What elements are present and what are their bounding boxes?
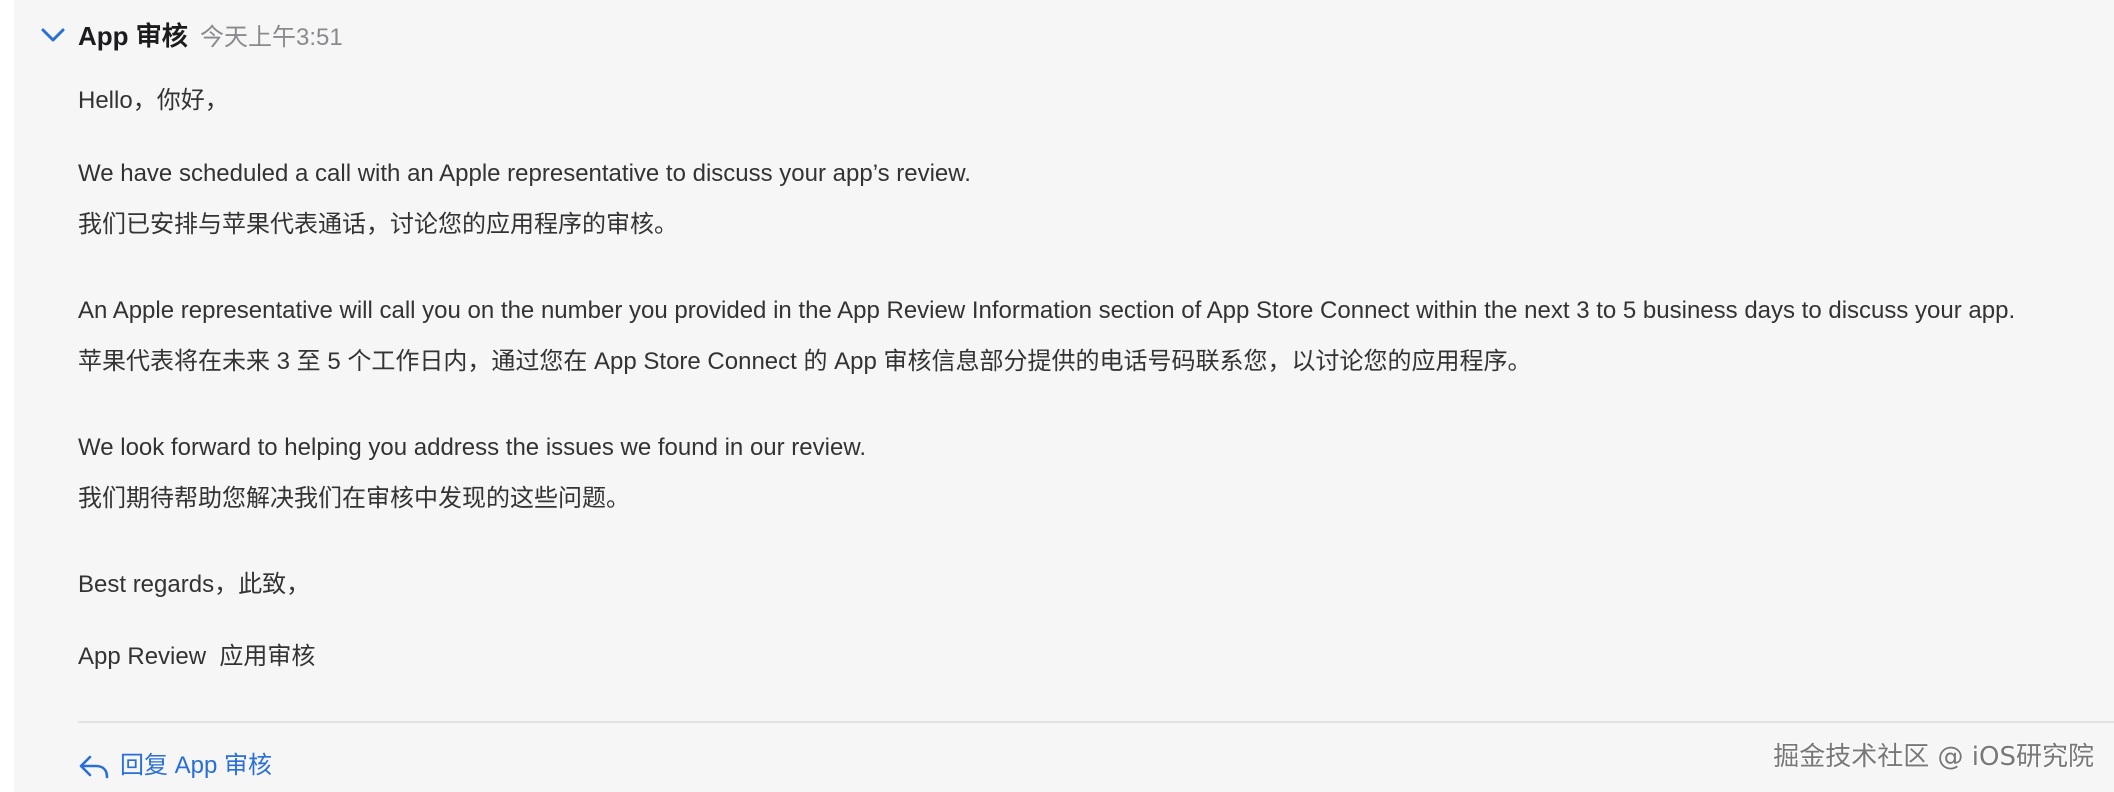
reply-icon: [79, 755, 109, 779]
signature-line: App Review 应用审核: [78, 643, 316, 670]
paragraph-1-en: We have scheduled a call with an Apple r…: [78, 160, 971, 187]
message-time: 今天上午3:51: [200, 24, 343, 51]
message-panel: App 审核 今天上午3:51 Hello，你好， We have schedu…: [14, 0, 2114, 792]
collapse-button[interactable]: [38, 20, 68, 50]
email-viewer: App 审核 今天上午3:51 Hello，你好， We have schedu…: [0, 0, 2114, 792]
paragraph-3-zh: 我们期待帮助您解决我们在审核中发现的这些问题。: [78, 485, 630, 512]
paragraph-1-zh: 我们已安排与苹果代表通话，讨论您的应用程序的审核。: [78, 211, 678, 238]
footer-divider: [78, 721, 2114, 723]
greeting-line: Hello，你好，: [78, 87, 229, 114]
message-header: App 审核 今天上午3:51: [14, 0, 2114, 72]
paragraph-2-en: An Apple representative will call you on…: [78, 297, 2016, 324]
reply-button[interactable]: 回复 App 审核: [78, 748, 272, 784]
chevron-down-icon: [41, 28, 65, 42]
closing-line: Best regards，此致，: [78, 571, 311, 598]
paragraph-2-zh: 苹果代表将在未来 3 至 5 个工作日内，通过您在 App Store Conn…: [78, 348, 1532, 375]
watermark: 掘金技术社区 @ iOS研究院: [1773, 742, 2094, 772]
reply-label: 回复 App 审核: [120, 752, 273, 779]
sender-name: App 审核: [78, 21, 188, 51]
paragraph-3-en: We look forward to helping you address t…: [78, 434, 866, 461]
